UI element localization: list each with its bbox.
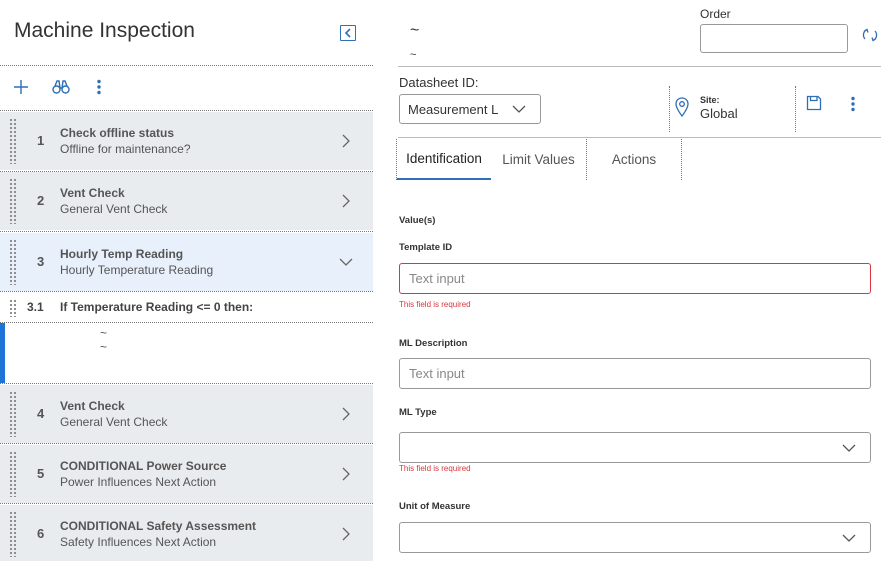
divider bbox=[0, 231, 373, 232]
kebab-icon bbox=[97, 79, 101, 95]
panel-title: Machine Inspection bbox=[14, 19, 195, 42]
step-header-subtitle: ~ bbox=[410, 49, 417, 61]
divider bbox=[0, 110, 373, 111]
divider bbox=[398, 137, 881, 138]
chevron-right-icon[interactable] bbox=[340, 527, 352, 541]
step-subtitle: General Vent Check bbox=[60, 202, 168, 216]
divider bbox=[0, 65, 373, 66]
binoculars-icon bbox=[52, 80, 70, 94]
template-id-label: Template ID bbox=[399, 242, 453, 253]
ml-type-select[interactable] bbox=[399, 432, 871, 463]
step-title: CONDITIONAL Safety Assessment bbox=[60, 519, 257, 533]
unit-of-measure-label: Unit of Measure bbox=[399, 501, 471, 512]
selection-indicator bbox=[0, 323, 5, 383]
step-subtitle: Offline for maintenance? bbox=[60, 142, 191, 156]
divider bbox=[795, 86, 796, 132]
chevron-right-icon[interactable] bbox=[340, 467, 352, 481]
unit-of-measure-select[interactable] bbox=[399, 522, 871, 553]
drag-handle-icon[interactable] bbox=[9, 451, 17, 497]
condition-line: ~ bbox=[100, 326, 108, 340]
step-header-title: ~ bbox=[410, 22, 420, 39]
chevron-right-icon[interactable] bbox=[340, 134, 352, 148]
step-item[interactable]: 4 Vent Check General Vent Check bbox=[0, 385, 373, 443]
datasheet-label: Datasheet ID: bbox=[399, 75, 479, 90]
ml-description-input[interactable] bbox=[399, 358, 871, 389]
divider bbox=[0, 443, 373, 444]
step-detail-panel: ~ ~ Order Datasheet ID: Measurement Loca… bbox=[373, 0, 881, 561]
add-step-button[interactable] bbox=[13, 79, 29, 95]
step-item[interactable]: 6 CONDITIONAL Safety Assessment Safety I… bbox=[0, 505, 373, 561]
divider bbox=[669, 86, 670, 132]
chevron-down-icon[interactable] bbox=[339, 256, 353, 268]
ml-description-label: ML Description bbox=[399, 338, 468, 349]
more-options-button[interactable] bbox=[96, 79, 102, 95]
condition-body[interactable]: ~ ~ bbox=[0, 323, 373, 383]
divider bbox=[0, 383, 373, 384]
step-number: 1 bbox=[37, 133, 45, 148]
order-input[interactable] bbox=[700, 24, 848, 53]
tab-actions[interactable]: Actions bbox=[586, 139, 682, 180]
save-icon[interactable] bbox=[806, 95, 822, 111]
step-item[interactable]: 2 Vent Check General Vent Check bbox=[0, 172, 373, 230]
step-title: Vent Check bbox=[60, 186, 125, 200]
step-number: 5 bbox=[37, 466, 45, 481]
drag-handle-icon[interactable] bbox=[9, 511, 17, 557]
template-id-input[interactable] bbox=[399, 263, 871, 294]
divider bbox=[398, 66, 881, 67]
tab-limit-values[interactable]: Limit Values bbox=[491, 139, 586, 180]
location-pin-icon bbox=[675, 97, 689, 117]
chevron-down-icon bbox=[842, 444, 856, 452]
datasheet-value: Measurement Location bbox=[408, 102, 498, 117]
step-title: Hourly Temp Reading bbox=[60, 247, 184, 261]
step-item-active[interactable]: 3 Hourly Temp Reading Hourly Temperature… bbox=[0, 233, 373, 291]
site-label: Site: bbox=[700, 95, 720, 105]
step-title: Vent Check bbox=[60, 399, 125, 413]
refresh-icon[interactable] bbox=[861, 26, 879, 44]
step-subtitle: Power Influences Next Action bbox=[60, 475, 217, 489]
datasheet-select[interactable]: Measurement Location bbox=[399, 94, 541, 124]
chevron-right-icon[interactable] bbox=[340, 194, 352, 208]
ml-type-label: ML Type bbox=[399, 407, 437, 418]
drag-handle-icon[interactable] bbox=[9, 239, 17, 285]
divider bbox=[0, 503, 373, 504]
collapse-left-icon bbox=[344, 28, 351, 38]
order-label: Order bbox=[700, 7, 731, 21]
step-title: Check offline status bbox=[60, 126, 175, 140]
ml-type-error: This field is required bbox=[399, 464, 471, 473]
tab-identification[interactable]: Identification bbox=[396, 139, 491, 180]
site-value: Global bbox=[700, 106, 738, 121]
step-title: CONDITIONAL Power Source bbox=[60, 459, 227, 473]
kebab-icon[interactable] bbox=[850, 96, 856, 112]
substep-number: 3.1 bbox=[27, 300, 44, 314]
step-item[interactable]: 5 CONDITIONAL Power Source Power Influen… bbox=[0, 445, 373, 503]
chevron-right-icon[interactable] bbox=[340, 407, 352, 421]
divider bbox=[0, 291, 373, 292]
template-id-error: This field is required bbox=[399, 300, 471, 309]
step-subtitle: Hourly Temperature Reading bbox=[60, 263, 214, 277]
values-heading: Value(s) bbox=[399, 215, 436, 226]
step-number: 6 bbox=[37, 526, 45, 541]
substep-title: If Temperature Reading <= 0 then: bbox=[60, 300, 254, 314]
chevron-down-icon bbox=[842, 534, 856, 542]
step-item[interactable]: 1 Check offline status Offline for maint… bbox=[0, 112, 373, 170]
find-button[interactable] bbox=[52, 79, 70, 95]
drag-handle-icon[interactable] bbox=[9, 118, 17, 164]
step-number: 3 bbox=[37, 254, 45, 269]
step-subtitle: General Vent Check bbox=[60, 415, 168, 429]
step-list-panel: Machine Inspection 1 Check offline statu… bbox=[0, 0, 373, 561]
drag-handle-icon[interactable] bbox=[9, 299, 17, 317]
substep-item[interactable]: 3.1 If Temperature Reading <= 0 then: bbox=[0, 293, 373, 323]
step-subtitle: Safety Influences Next Action bbox=[60, 535, 217, 549]
drag-handle-icon[interactable] bbox=[9, 178, 17, 224]
step-number: 2 bbox=[37, 193, 45, 208]
drag-handle-icon[interactable] bbox=[9, 391, 17, 437]
condition-line: ~ bbox=[100, 340, 108, 354]
collapse-panel-button[interactable] bbox=[340, 25, 356, 41]
chevron-down-icon bbox=[512, 105, 526, 113]
step-number: 4 bbox=[37, 406, 45, 421]
plus-icon bbox=[14, 80, 28, 94]
